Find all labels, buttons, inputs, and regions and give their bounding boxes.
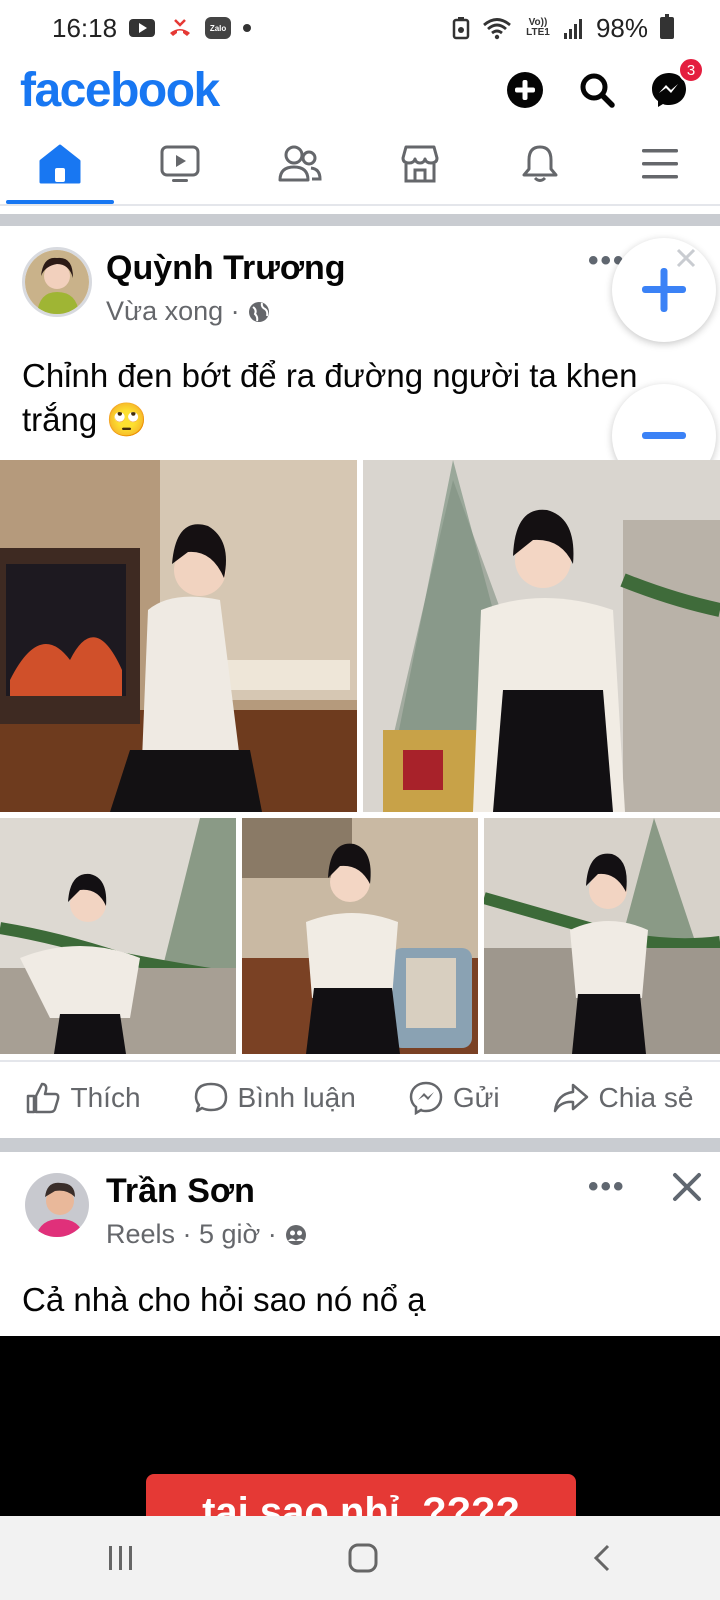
post-photo[interactable] — [0, 818, 236, 1054]
marketplace-icon — [401, 145, 439, 183]
post-header: Trần Sơn Reels · 5 giờ · — [22, 1170, 307, 1250]
thumbs-up-icon — [27, 1082, 60, 1114]
messenger-outline-icon — [409, 1081, 443, 1115]
share-label: Chia sẻ — [598, 1082, 694, 1113]
post-author[interactable]: Quỳnh Trương — [106, 249, 346, 288]
plus-circle-icon — [507, 72, 543, 108]
signal-icon — [563, 17, 584, 39]
post-options-button[interactable]: ••• — [588, 1170, 626, 1204]
post-meta: Reels · 5 giờ · — [106, 1219, 307, 1250]
post-meta: Vừa xong · — [106, 296, 346, 327]
notification-dot-icon — [243, 24, 252, 32]
minus-icon — [642, 432, 686, 439]
messenger-badge: 3 — [678, 57, 704, 83]
app-header: facebook 3 — [0, 56, 720, 124]
send-button[interactable]: Gửi — [409, 1081, 500, 1115]
wifi-icon — [482, 16, 512, 40]
post-photo[interactable] — [0, 460, 357, 812]
messenger-button[interactable]: 3 — [646, 57, 704, 113]
post-photo[interactable] — [484, 818, 720, 1054]
comment-label: Bình luận — [237, 1082, 356, 1113]
like-label: Thích — [70, 1082, 141, 1113]
post-text: Chỉnh đen bớt để ra đường người ta khen … — [22, 357, 638, 438]
zoom-in-button[interactable] — [612, 238, 716, 342]
clock: 16:18 — [52, 12, 118, 43]
tab-notifications[interactable] — [480, 124, 600, 204]
home-nav-icon[interactable] — [347, 1542, 379, 1574]
share-button[interactable]: Chia sẻ — [553, 1082, 694, 1114]
home-icon — [39, 144, 81, 184]
status-bar: 16:18 Zalo Vo)) LTE1 98% — [0, 0, 720, 56]
globe-icon — [248, 301, 269, 322]
search-button[interactable] — [574, 67, 620, 113]
feed-divider — [0, 1138, 720, 1152]
post-photo[interactable] — [363, 460, 720, 812]
hide-post-close-icon[interactable] — [670, 1170, 704, 1204]
like-button[interactable]: Thích — [26, 1082, 141, 1114]
menu-icon — [642, 149, 678, 179]
tab-menu[interactable] — [600, 124, 720, 204]
post-author[interactable]: Trần Sơn — [106, 1172, 307, 1211]
post-timestamp[interactable]: Reels · 5 giờ · — [106, 1219, 277, 1250]
reel-video[interactable]: tai sao nhỉ. ???? — [0, 1336, 720, 1516]
tab-friends[interactable] — [240, 124, 360, 204]
tab-marketplace[interactable] — [360, 124, 480, 204]
volte-label: Vo)) LTE1 — [526, 17, 550, 38]
bell-icon — [522, 145, 558, 182]
recycle-icon — [452, 16, 470, 40]
plus-icon — [642, 248, 696, 312]
recent-apps-icon[interactable] — [106, 1544, 136, 1572]
create-button[interactable] — [502, 67, 548, 113]
feed-divider — [0, 214, 720, 226]
comment-button[interactable]: Bình luận — [194, 1082, 356, 1114]
video-caption: tai sao nhỉ. ???? — [146, 1474, 576, 1516]
post-timestamp[interactable]: Vừa xong · — [106, 296, 240, 327]
post-text: Cả nhà cho hỏi sao nó nổ ạ — [22, 1281, 426, 1318]
tab-video[interactable] — [120, 124, 240, 204]
post-photo[interactable] — [242, 818, 478, 1054]
friends-privacy-icon — [285, 1224, 306, 1245]
battery-percent: 98% — [595, 12, 648, 43]
comment-icon — [194, 1082, 227, 1113]
share-icon — [553, 1083, 588, 1113]
facebook-logo[interactable]: facebook — [20, 63, 220, 118]
zalo-icon: Zalo — [205, 17, 232, 39]
battery-icon — [660, 14, 674, 39]
tab-home[interactable] — [0, 124, 120, 204]
send-label: Gửi — [452, 1082, 500, 1113]
post-header: Quỳnh Trương Vừa xong · — [22, 247, 346, 327]
back-icon[interactable] — [590, 1543, 614, 1573]
friends-icon — [278, 145, 322, 182]
system-nav-bar — [0, 1516, 720, 1600]
missed-call-icon — [167, 17, 193, 39]
author-avatar[interactable] — [22, 247, 92, 317]
youtube-icon — [129, 19, 156, 37]
main-tabs — [0, 124, 720, 206]
post-actions: Thích Bình luận Gửi Chia sẻ — [0, 1060, 720, 1134]
author-avatar[interactable] — [22, 1170, 92, 1240]
video-icon — [160, 145, 200, 182]
search-icon — [580, 73, 615, 108]
